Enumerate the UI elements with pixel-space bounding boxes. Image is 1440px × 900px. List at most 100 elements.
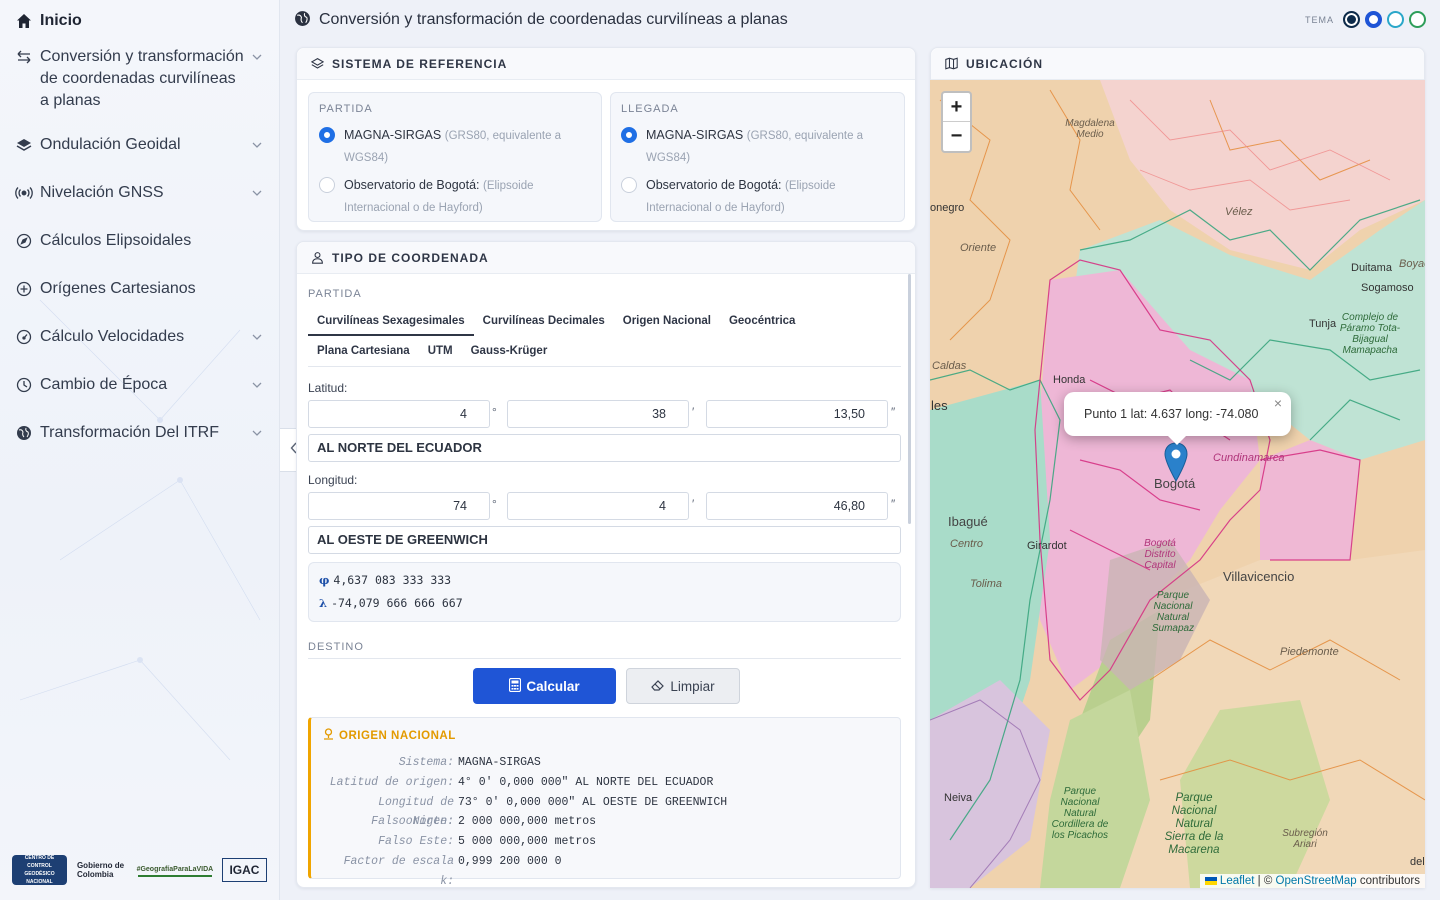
theme-green-option[interactable] xyxy=(1409,11,1426,28)
popup-text: Punto 1 lat: 4.637 long: -74.080 xyxy=(1084,407,1259,421)
divider xyxy=(308,658,901,659)
llegada-reference: LLEGADA MAGNA-SIRGAS (GRS80, equivalente… xyxy=(610,92,905,222)
lambda-symbol: λ xyxy=(319,596,328,610)
panel-title: TIPO DE COORDENADA xyxy=(332,250,489,265)
map-label-centro: Centro xyxy=(950,538,984,550)
map-view[interactable]: + − Bogotá Ibagué Villavicencio Honda Tu… xyxy=(930,80,1425,888)
partida-reference: PARTIDA MAGNA-SIRGAS (GRS80, equivalente… xyxy=(308,92,602,222)
latitude-degrees-input[interactable]: 4 xyxy=(308,400,490,428)
minute-symbol: ′ xyxy=(692,405,695,419)
llegada-caption: LLEGADA xyxy=(621,103,679,115)
origin-info-box: ORIGEN NACIONAL Sistema: MAGNA-SIRGAS Lat… xyxy=(308,717,901,888)
latitude-minutes-input[interactable]: 38 xyxy=(507,400,689,428)
phi-row: φ 4,637 083 333 333 xyxy=(319,572,890,595)
longitude-label: Longitud: xyxy=(308,473,358,487)
radio-unselected[interactable] xyxy=(621,177,637,193)
map-label-piedemonte: Piedemonte xyxy=(1280,646,1339,658)
panel-title: SISTEMA DE REFERENCIA xyxy=(332,56,508,71)
option-label: Observatorio de Bogotá: xyxy=(646,178,782,192)
map-label-girardot: Girardot xyxy=(1027,540,1067,552)
origin-title: ORIGEN NACIONAL xyxy=(323,728,888,743)
coordinate-type-panel: TIPO DE COORDENADA PARTIDA Curvilíneas S… xyxy=(296,241,916,888)
map-label-ibague: Ibagué xyxy=(948,514,988,529)
option-note-2: WGS84) xyxy=(646,152,691,164)
zoom-out-button[interactable]: − xyxy=(943,122,970,151)
map-label-pn-macarena: Parque Nacional Natural Sierra de la Mac… xyxy=(1164,792,1224,856)
radio-selected[interactable] xyxy=(319,127,335,143)
sidebar: Inicio Conversión y transformación de co… xyxy=(0,0,280,900)
longitude-hemisphere-select[interactable]: AL OESTE DE GREENWICH xyxy=(308,526,901,554)
lambda-row: λ -74,079 666 666 667 xyxy=(319,595,890,618)
map-icon xyxy=(945,57,958,70)
origin-row-falso-norte: Falso Norte: 2 000 000,000 metros xyxy=(323,812,888,832)
origin-row-factor-escala: Factor de escala k: 0,999 200 000 0 xyxy=(323,852,888,888)
tab-plana-cartesiana[interactable]: Plana Cartesiana xyxy=(308,336,419,366)
panel-header: UBICACIÓN xyxy=(931,48,1424,80)
map-label-magdalena-medio: Magdalena Medio xyxy=(1065,118,1115,140)
tab-gauss-kruger[interactable]: Gauss-Krüger xyxy=(462,336,557,366)
theme-blue-option[interactable] xyxy=(1365,11,1382,28)
option-note-2: Internacional o de Hayford) xyxy=(646,202,785,214)
origin-value: 4° 0' 0,000 000" AL NORTE DEL ECUADOR xyxy=(458,775,714,789)
theme-dark-option[interactable] xyxy=(1343,11,1360,28)
origin-row-sistema: Sistema: MAGNA-SIRGAS xyxy=(323,753,888,773)
partida-option-magna[interactable]: MAGNA-SIRGAS (GRS80, equivalente a WGS84) xyxy=(319,125,591,169)
igac-logo: IGAC xyxy=(221,858,268,882)
panel-header: SISTEMA DE REFERENCIA xyxy=(297,48,915,80)
option-note: (Elipsoide xyxy=(482,180,534,192)
map-label-paramo: Complejo de Páramo Tota-Bijagual Mamapac… xyxy=(1339,312,1401,356)
tab-origen-nacional[interactable]: Origen Nacional xyxy=(614,306,720,336)
radio-selected[interactable] xyxy=(621,127,637,143)
theme-cyan-option[interactable] xyxy=(1387,11,1404,28)
location-marker-icon[interactable] xyxy=(1164,442,1188,485)
map-label-villavicencio: Villavicencio xyxy=(1223,569,1295,584)
leaflet-link[interactable]: Leaflet xyxy=(1220,875,1255,887)
partida-caption: PARTIDA xyxy=(308,288,362,300)
globe-icon xyxy=(294,10,311,30)
option-note: (GRS80, equivalente a xyxy=(444,130,562,142)
map-label-oriente: Oriente xyxy=(960,242,997,254)
theme-label: TEMA xyxy=(1304,14,1334,25)
phi-symbol: φ xyxy=(319,573,330,587)
longitude-seconds-input[interactable]: 46,80 xyxy=(706,492,888,520)
lambda-value: -74,079 666 666 667 xyxy=(331,596,463,610)
degree-symbol: ° xyxy=(492,497,497,511)
panel-scrollbar[interactable] xyxy=(908,274,911,524)
partida-option-bogota[interactable]: Observatorio de Bogotá: (Elipsoide Intern… xyxy=(319,175,591,219)
option-note: (Elipsoide xyxy=(784,180,836,192)
decimal-result: φ 4,637 083 333 333 λ -74,079 666 666 667 xyxy=(308,562,901,622)
option-note-2: WGS84) xyxy=(344,152,389,164)
latitude-label: Latitud: xyxy=(308,381,348,395)
map-label-honda: Honda xyxy=(1053,374,1086,386)
llegada-option-magna[interactable]: MAGNA-SIRGAS (GRS80, equivalente a WGS84) xyxy=(621,125,894,169)
map-label-velez: Vélez xyxy=(1225,206,1253,218)
map-label-tunja: Tunja xyxy=(1309,318,1337,330)
marker-popup: Punto 1 lat: 4.637 long: -74.080 × xyxy=(1064,392,1291,445)
map-label-neiva: Neiva xyxy=(944,792,973,804)
map-label-edge-boyaca: Boyac xyxy=(1399,258,1425,270)
map-label-pn-picachos: Parque Nacional Natural Cordillera de lo… xyxy=(1051,786,1109,841)
option-label: Observatorio de Bogotá: xyxy=(344,178,480,192)
origin-key: Factor de escala k: xyxy=(343,854,454,888)
radio-unselected[interactable] xyxy=(319,177,335,193)
network-background xyxy=(19,299,261,761)
latitude-seconds-input[interactable]: 13,50 xyxy=(706,400,888,428)
popup-close-button[interactable]: × xyxy=(1274,395,1282,411)
tab-geocentrica[interactable]: Geocéntrica xyxy=(720,306,804,336)
tab-curvilineas-sexagesimales[interactable]: Curvilíneas Sexagesimales xyxy=(308,306,474,336)
tab-utm[interactable]: UTM xyxy=(419,336,462,366)
zoom-in-button[interactable]: + xyxy=(943,93,970,122)
tab-curvilineas-decimales[interactable]: Curvilíneas Decimales xyxy=(474,306,614,336)
llegada-option-bogota[interactable]: Observatorio de Bogotá: (Elipsoide Intern… xyxy=(621,175,894,219)
limpiar-button[interactable]: Limpiar xyxy=(626,668,740,704)
topbar: Conversión y transformación de coordenad… xyxy=(280,0,1440,40)
limpiar-label: Limpiar xyxy=(670,678,715,694)
longitude-degrees-input[interactable]: 74 xyxy=(308,492,490,520)
eraser-icon xyxy=(651,679,665,694)
theme-selector: TEMA xyxy=(1305,11,1426,28)
longitude-minutes-input[interactable]: 4 xyxy=(507,492,689,520)
osm-link[interactable]: OpenStreetMap xyxy=(1276,875,1357,887)
latitude-hemisphere-select[interactable]: AL NORTE DEL ECUADOR xyxy=(308,434,901,462)
attribution-separator: | © xyxy=(1257,875,1273,887)
calcular-button[interactable]: Calcular xyxy=(473,668,616,704)
